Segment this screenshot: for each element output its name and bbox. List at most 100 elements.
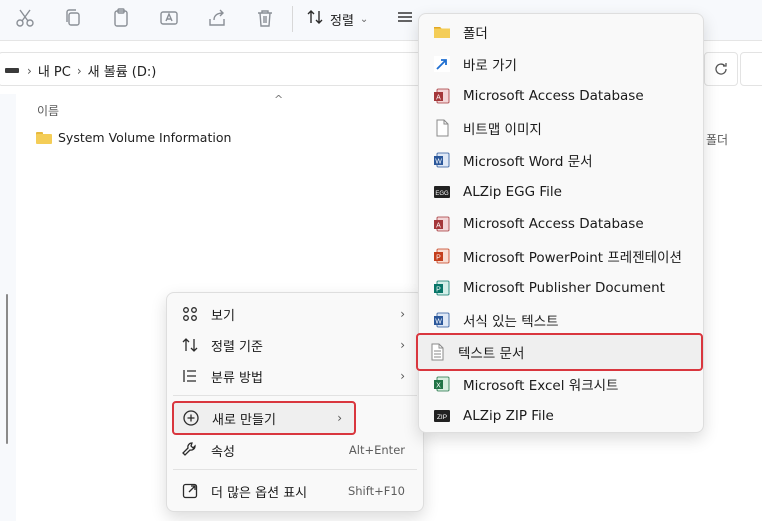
word-icon: W xyxy=(433,151,451,169)
chevron-down-icon: ⌄ xyxy=(359,13,369,25)
rename-icon[interactable] xyxy=(158,7,180,29)
delete-icon[interactable] xyxy=(254,7,276,29)
excel-icon: X xyxy=(433,375,451,393)
menu-item-label: 분류 방법 xyxy=(211,370,263,386)
refresh-icon xyxy=(715,63,727,75)
nav-scrollbar[interactable] xyxy=(6,294,8,444)
breadcrumb-this-pc[interactable]: 내 PC xyxy=(38,61,71,80)
menu-item-label: 속성 xyxy=(211,444,235,460)
submenu-label: Microsoft Word 문서 xyxy=(463,154,593,170)
menu-item-label: 더 많은 옵션 표시 xyxy=(211,485,308,501)
access-icon: A xyxy=(433,215,451,233)
submenu-item-zip[interactable]: ZIP ALZip ZIP File xyxy=(423,401,699,431)
folder-icon xyxy=(433,23,451,41)
submenu-item-access[interactable]: A Microsoft Access Database xyxy=(423,81,699,111)
search-input[interactable] xyxy=(740,52,762,86)
menu-item-view[interactable]: 보기 › xyxy=(173,299,417,329)
sort-icon xyxy=(306,8,324,30)
menu-item-label: 보기 xyxy=(211,308,235,324)
submenu-item-shortcut[interactable]: 바로 가기 xyxy=(423,49,699,79)
paste-icon[interactable] xyxy=(110,7,132,29)
breadcrumb-drive[interactable]: 새 볼륨 (D:) xyxy=(88,61,157,80)
submenu-label: Microsoft PowerPoint 프레젠테이션 xyxy=(463,250,682,266)
file-type: 폴더 xyxy=(706,133,729,147)
submenu-item-rtf[interactable]: W 서식 있는 텍스트 xyxy=(423,305,699,335)
sort-button[interactable]: 정렬 ⌄ xyxy=(306,6,368,32)
copy-icon[interactable] xyxy=(62,7,84,29)
submenu-item-access-2[interactable]: A Microsoft Access Database xyxy=(423,209,699,239)
shortcut-icon xyxy=(433,55,451,73)
toolbar-divider xyxy=(292,6,293,32)
list-icon xyxy=(181,367,199,385)
egg-icon: EGG xyxy=(433,183,451,201)
submenu-label: Microsoft Access Database xyxy=(463,216,644,232)
shortcut-text: Alt+Enter xyxy=(348,443,405,457)
pc-icon xyxy=(5,68,19,73)
column-header-name[interactable]: 이름 xyxy=(37,102,59,119)
wrench-icon xyxy=(181,441,199,459)
svg-text:X: X xyxy=(436,383,441,390)
submenu-item-powerpoint[interactable]: P Microsoft PowerPoint 프레젠테이션 xyxy=(423,241,699,271)
zip-icon: ZIP xyxy=(433,407,451,425)
chevron-right-icon: › xyxy=(400,307,405,321)
new-submenu: 폴더 바로 가기 A Microsoft Access Database 비트맵… xyxy=(416,13,704,433)
file-row[interactable]: System Volume Information xyxy=(36,130,231,145)
context-menu: 보기 › 정렬 기준 › 분류 방법 › 새로 만들기 › 속성 Alt+Ent… xyxy=(166,292,424,512)
menu-item-label: 정렬 기준 xyxy=(211,339,263,355)
submenu-item-text-document[interactable]: 텍스트 문서 xyxy=(416,333,703,371)
svg-text:P: P xyxy=(436,255,441,262)
rtf-icon: W xyxy=(433,311,451,329)
svg-text:W: W xyxy=(435,159,442,166)
powerpoint-icon: P xyxy=(433,247,451,265)
submenu-item-folder[interactable]: 폴더 xyxy=(423,17,699,47)
access-icon: A xyxy=(433,87,451,105)
svg-text:P: P xyxy=(436,287,441,294)
svg-text:ZIP: ZIP xyxy=(437,414,447,421)
submenu-label: 폴더 xyxy=(463,26,488,42)
share-icon[interactable] xyxy=(206,7,228,29)
submenu-item-publisher[interactable]: P Microsoft Publisher Document xyxy=(423,273,699,303)
view-icon[interactable] xyxy=(396,8,414,26)
submenu-label: ALZip ZIP File xyxy=(463,408,554,424)
submenu-label: 비트맵 이미지 xyxy=(463,122,542,138)
submenu-label: Microsoft Publisher Document xyxy=(463,280,665,296)
cut-icon[interactable] xyxy=(14,7,36,29)
chevron-right-icon[interactable]: › xyxy=(77,64,82,78)
navigation-pane[interactable] xyxy=(0,94,16,521)
submenu-item-excel[interactable]: X Microsoft Excel 워크시트 xyxy=(423,369,699,399)
plus-circle-icon xyxy=(182,409,200,427)
sort-icon xyxy=(181,336,199,354)
submenu-label: 바로 가기 xyxy=(463,58,517,74)
menu-item-group-by[interactable]: 분류 방법 › xyxy=(173,361,417,391)
submenu-item-bitmap[interactable]: 비트맵 이미지 xyxy=(423,113,699,143)
svg-text:A: A xyxy=(436,223,441,230)
svg-text:W: W xyxy=(435,319,442,326)
svg-text:A: A xyxy=(436,95,441,102)
chevron-right-icon: › xyxy=(400,369,405,383)
submenu-label: 텍스트 문서 xyxy=(458,346,525,362)
file-name: System Volume Information xyxy=(58,130,232,145)
menu-divider xyxy=(173,395,417,396)
address-bar[interactable]: › 내 PC › 새 볼륨 (D:) xyxy=(0,52,422,86)
submenu-label: 서식 있는 텍스트 xyxy=(463,314,559,330)
text-document-icon xyxy=(428,343,446,361)
submenu-label: ALZip EGG File xyxy=(463,184,562,200)
bitmap-icon xyxy=(433,119,451,137)
refresh-button[interactable] xyxy=(704,52,738,86)
submenu-item-word[interactable]: W Microsoft Word 문서 xyxy=(423,145,699,175)
submenu-item-egg[interactable]: EGG ALZip EGG File xyxy=(423,177,699,207)
menu-item-new[interactable]: 새로 만들기 › xyxy=(172,401,356,435)
chevron-right-icon[interactable]: › xyxy=(27,64,32,78)
menu-item-sort-by[interactable]: 정렬 기준 › xyxy=(173,330,417,360)
submenu-label: Microsoft Access Database xyxy=(463,88,644,104)
chevron-right-icon: › xyxy=(400,338,405,352)
grid-icon xyxy=(181,305,199,323)
chevron-right-icon: › xyxy=(337,411,342,425)
sort-label: 정렬 xyxy=(330,13,354,29)
open-external-icon xyxy=(181,482,199,500)
sort-ascending-icon: ^ xyxy=(274,93,284,106)
publisher-icon: P xyxy=(433,279,451,297)
menu-item-properties[interactable]: 속성 Alt+Enter xyxy=(173,435,417,465)
menu-item-more-options[interactable]: 더 많은 옵션 표시 Shift+F10 xyxy=(173,476,417,506)
shortcut-text: Shift+F10 xyxy=(347,484,405,498)
